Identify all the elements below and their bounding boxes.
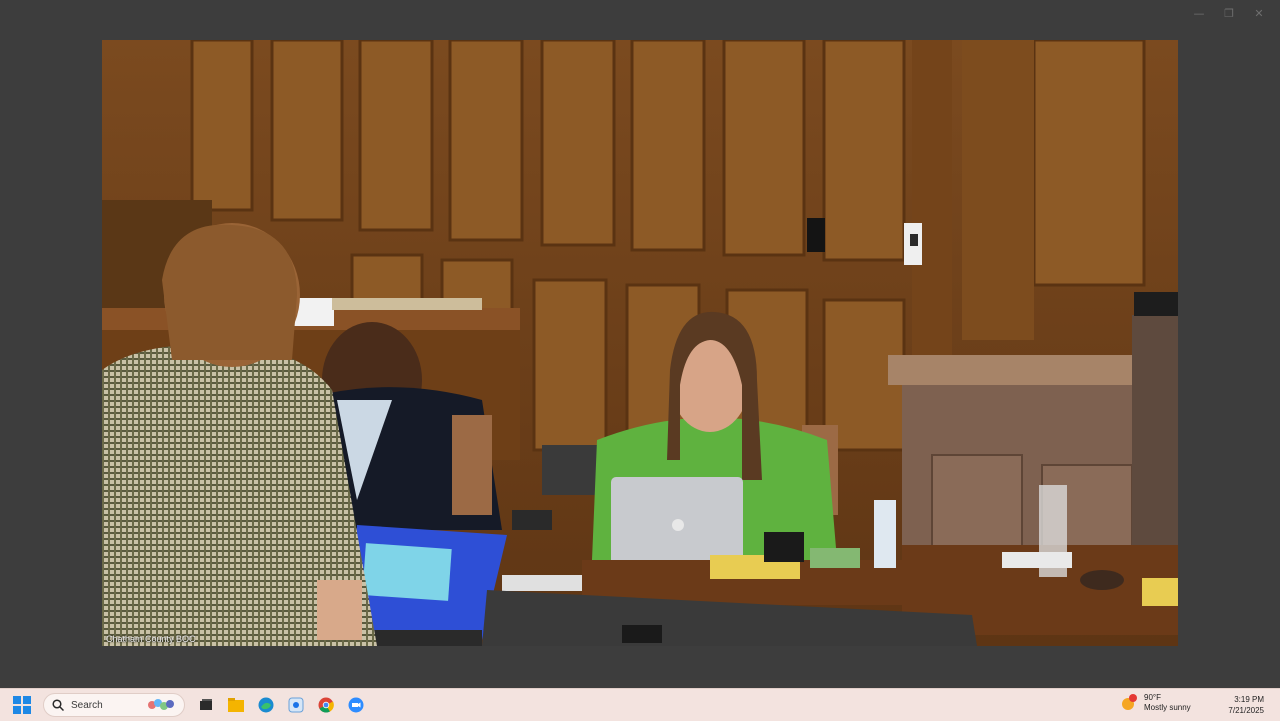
maximize-button[interactable]: ❐: [1216, 6, 1242, 22]
window-controls: — ❐ ✕: [1186, 6, 1272, 22]
windows-start-icon[interactable]: [10, 693, 34, 717]
snipping-tool-icon[interactable]: [284, 693, 308, 717]
task-view-icon[interactable]: [194, 693, 218, 717]
video-watermark: Chatham County BOC: [106, 634, 196, 644]
weather-condition: Mostly sunny: [1144, 703, 1191, 712]
video-frame: [102, 40, 1178, 646]
video-player[interactable]: Chatham County BOC: [102, 40, 1178, 646]
sun-icon: [1122, 694, 1137, 710]
taskbar-clock[interactable]: 3:19 PM 7/21/2025: [1228, 694, 1264, 716]
edge-icon[interactable]: [254, 693, 278, 717]
search-highlight-icon: [148, 699, 174, 710]
taskbar-search-input[interactable]: Search: [43, 693, 185, 717]
clock-time: 3:19 PM: [1234, 695, 1264, 704]
weather-temp: 90°F: [1144, 693, 1161, 702]
close-button[interactable]: ✕: [1246, 6, 1272, 22]
clock-date: 7/21/2025: [1228, 706, 1264, 715]
file-explorer-icon[interactable]: [224, 693, 248, 717]
search-placeholder: Search: [71, 699, 103, 711]
minimize-button[interactable]: —: [1186, 6, 1212, 22]
search-icon: [52, 699, 64, 711]
weather-widget[interactable]: 90°F Mostly sunny: [1120, 693, 1191, 713]
chrome-icon[interactable]: [314, 693, 338, 717]
zoom-icon[interactable]: [344, 693, 368, 717]
taskbar: Search 90°F Mostly sunny 3:19 PM 7/21/20…: [0, 688, 1280, 721]
